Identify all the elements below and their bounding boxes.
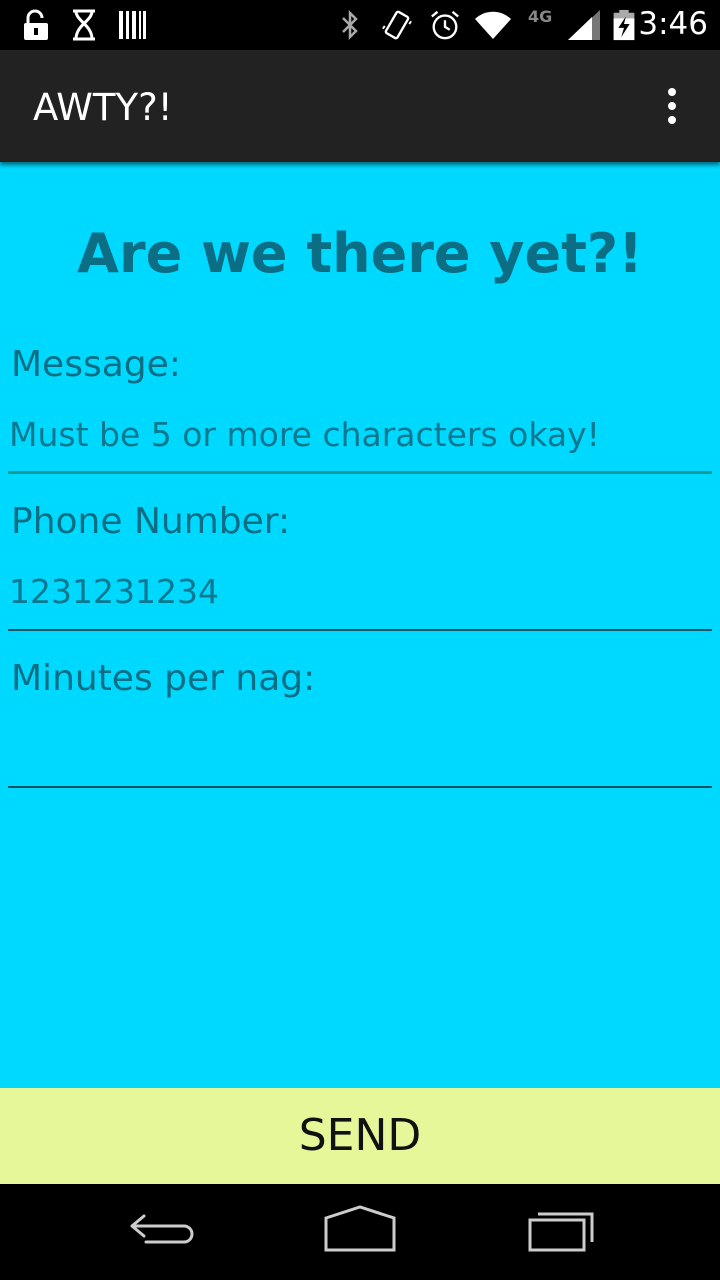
message-field[interactable]: Must be 5 or more characters okay!	[9, 415, 600, 454]
barcode-icon	[119, 11, 146, 39]
alarm-icon	[431, 10, 459, 40]
vibrate-icon	[382, 10, 412, 40]
main-content: Are we there yet?! Message: Must be 5 or…	[0, 162, 720, 1088]
send-button-label: SEND	[298, 1110, 422, 1161]
battery-charging-icon	[613, 9, 635, 41]
hourglass-icon	[73, 9, 95, 41]
message-field-underline	[8, 471, 712, 474]
bluetooth-icon	[342, 9, 358, 41]
recent-apps-icon[interactable]	[512, 1202, 608, 1262]
phone-number-field-underline	[8, 629, 712, 631]
navigation-bar	[0, 1184, 720, 1280]
wifi-icon	[475, 11, 511, 39]
clock: 3:46	[638, 6, 708, 42]
status-bar: 4G 3:46	[0, 0, 720, 50]
overflow-menu-icon[interactable]	[656, 86, 688, 126]
phone-number-label: Phone Number:	[11, 501, 291, 542]
phone-number-field[interactable]: 1231231234	[9, 572, 219, 611]
page-title: Are we there yet?!	[77, 222, 643, 285]
home-icon[interactable]	[312, 1202, 408, 1262]
app-title: AWTY?!	[33, 86, 173, 129]
minutes-per-nag-field-underline	[8, 786, 712, 788]
send-button[interactable]: SEND	[0, 1088, 720, 1184]
message-label: Message:	[11, 344, 181, 385]
action-bar: AWTY?!	[0, 50, 720, 162]
minutes-per-nag-field[interactable]	[9, 727, 713, 777]
signal-icon	[568, 10, 600, 40]
minutes-per-nag-label: Minutes per nag:	[11, 658, 316, 699]
back-icon[interactable]	[112, 1202, 208, 1262]
network-type: 4G	[528, 7, 553, 26]
unlock-icon	[24, 9, 48, 40]
